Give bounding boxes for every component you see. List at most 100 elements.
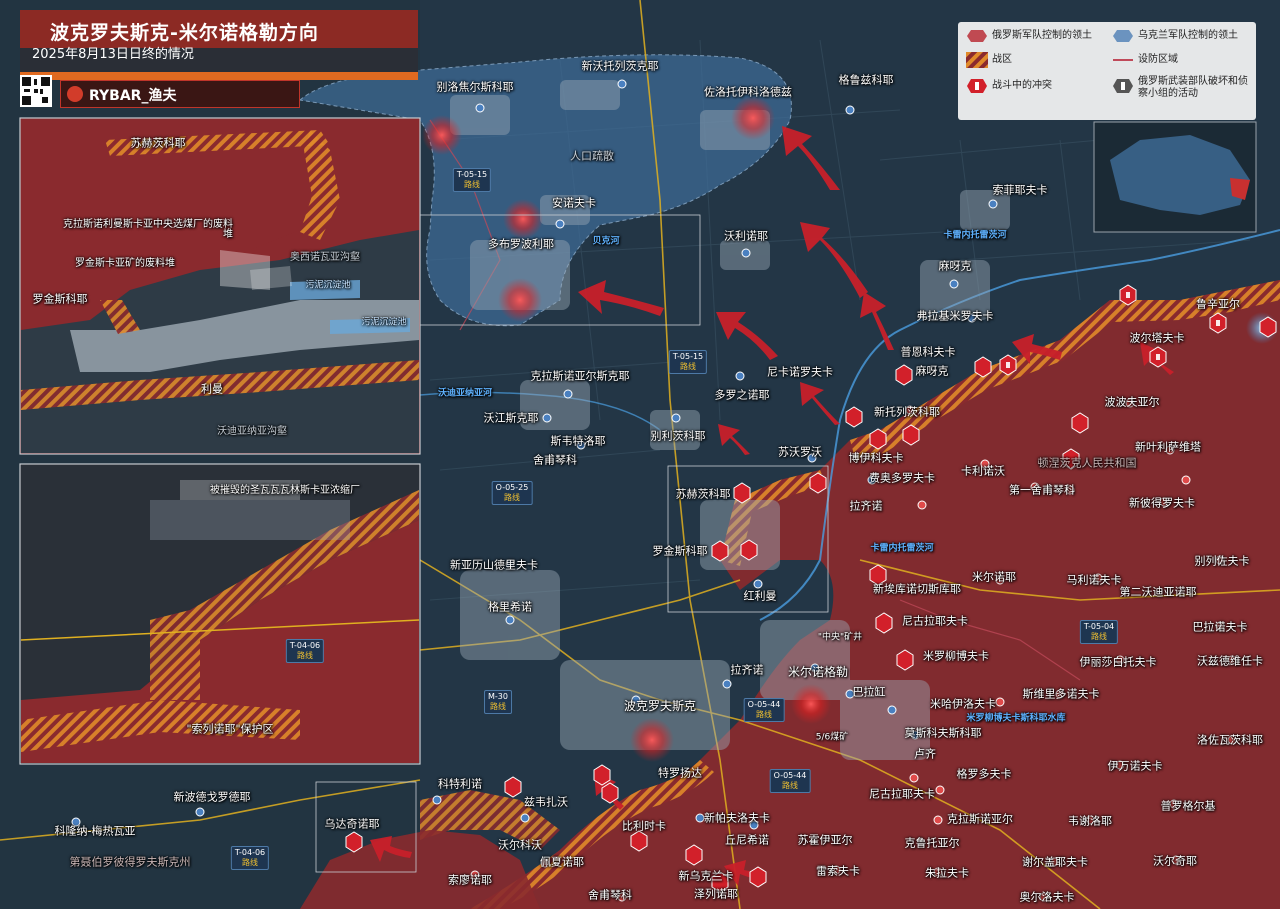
town-label: 伊丽莎白托夫卡 <box>1079 655 1157 669</box>
town-label: 别利茨科耶 <box>650 429 706 443</box>
town-label: 新沃托列茨克耶 <box>581 59 659 73</box>
town-label: 安诺夫卡 <box>552 196 596 210</box>
legend-fighting-label: 战斗中的冲突 <box>992 80 1052 91</box>
region-label: 顿涅茨克人民共和国 <box>1037 456 1137 470</box>
town-label: 米尔诺耶 <box>972 570 1016 584</box>
town-label: 鲁辛亚尔 <box>1196 297 1240 311</box>
town-label: 雷索夫卡 <box>816 864 860 878</box>
town-label: 格里希诺 <box>488 600 532 614</box>
town-label: 索廖诺耶 <box>448 873 492 887</box>
town-label: 多罗之诺耶 <box>714 388 770 402</box>
town-label: 克鲁托亚尔 <box>904 836 960 850</box>
town-label: 新波德戈罗德耶 <box>173 790 251 804</box>
town-label: 索菲耶夫卡 <box>992 183 1048 197</box>
town-label: 朱拉夫卡 <box>925 866 969 880</box>
town-label: 新乌克兰卡 <box>678 869 734 883</box>
town-label: 弗拉基米罗夫卡 <box>916 309 994 323</box>
river-label: 沃迪亚纳亚河 <box>437 388 493 399</box>
inset2-map <box>20 465 420 763</box>
town-label: 波尔塔夫卡 <box>1129 331 1185 345</box>
road-marker: M-30 路线 <box>484 690 512 714</box>
road-marker: O-05-44 路线 <box>769 769 811 793</box>
inset1-annotation: 污泥沉淀池 <box>305 280 351 291</box>
town-label: 新帕夫洛夫卡 <box>704 811 770 825</box>
town-label: 新埃库诺切斯库耶 <box>873 582 961 596</box>
town-label: 别洛焦尔斯科耶 <box>436 80 514 94</box>
road-marker: O-05-44 路线 <box>743 698 785 722</box>
legend-combat-label: 战区 <box>992 54 1012 65</box>
place-label: "中央"矿井 <box>817 632 863 643</box>
town-label: 格鲁兹科耶 <box>838 73 894 87</box>
town-label: 科隆纳-梅热瓦亚 <box>54 824 136 838</box>
legend: 俄罗斯军队控制的领土 乌克兰军队控制的领土 战区 设防区域 战斗中的冲突 俄罗斯… <box>958 22 1256 120</box>
legend-combat-swatch-icon <box>966 52 988 68</box>
town-label: 拉齐诺 <box>849 499 883 513</box>
inset1-annotation: 奥西诺瓦亚沟壑 <box>290 252 360 263</box>
town-label: 奥尔洛夫卡 <box>1019 890 1075 904</box>
legend-russian-label: 俄罗斯军队控制的领土 <box>992 30 1092 41</box>
town-label: 苏霍伊亚尔 <box>797 833 853 847</box>
town-label: 格罗多夫卡 <box>956 767 1012 781</box>
page-subtitle: 2025年8月13日日终的情况 <box>32 47 194 62</box>
town-label: 沃尔科沃 <box>498 838 542 852</box>
town-label: 苏赫茨科耶 <box>675 487 731 501</box>
place-label: 5/6煤矿 <box>815 732 849 743</box>
brand-label: RYBAR_渔夫 <box>89 88 177 104</box>
inset2-annotation: "索列诺耶"保护区 <box>186 722 274 736</box>
river-label: 卡雷内托雷茨河 <box>870 543 934 554</box>
town-label: 舍甫琴科 <box>588 888 632 902</box>
evacuation-label: 人口疏散 <box>570 149 614 163</box>
town-label: 沃江斯克耶 <box>483 411 539 425</box>
road-marker: T-05-04 路线 <box>1079 620 1119 644</box>
inset1-place-label: 苏赫茨科耶 <box>130 136 186 150</box>
town-label: 比利时卡 <box>622 819 666 833</box>
inset1-annotation: 罗金斯卡亚矿的废料堆 <box>75 258 175 269</box>
legend-ukrainian-label: 乌克兰军队控制的领土 <box>1138 30 1238 41</box>
town-label: 麻呀克 <box>938 259 972 273</box>
road-marker: O-05-25 路线 <box>491 481 533 505</box>
town-label: 尼卡诺罗夫卡 <box>767 365 833 379</box>
town-label: 特罗扬达 <box>658 766 702 780</box>
town-label: 新叶利萨维塔 <box>1135 440 1201 454</box>
town-label: 普恩科夫卡 <box>900 345 956 359</box>
town-label: 第一舍甫琴科 <box>1009 483 1075 497</box>
river-label: 卡雷内托雷茨河 <box>943 230 1007 241</box>
town-label: 泽列诺耶 <box>694 887 738 901</box>
road-marker: T-04-06 路线 <box>230 846 270 870</box>
town-label: 科特利诺 <box>438 777 482 791</box>
page-title: 波克罗夫斯克-米尔诺格勒方向 <box>50 22 319 44</box>
town-label: 费奥多罗夫卡 <box>869 471 935 485</box>
town-label: 米罗柳博夫卡 <box>923 649 989 663</box>
inset1-place-label: 利曼 <box>201 382 223 396</box>
town-label: 斯韦特洛耶 <box>550 434 606 448</box>
river-label: 贝克河 <box>592 236 620 247</box>
town-label: 波波夫亚尔 <box>1104 395 1160 409</box>
legend-dro-icon <box>1112 78 1134 94</box>
legend-defense-label: 设防区域 <box>1138 54 1178 65</box>
town-label: 波克罗夫斯克 <box>623 699 697 713</box>
town-label: 佩夏诺耶 <box>540 855 584 869</box>
town-label: 沃尔奇耶 <box>1153 854 1197 868</box>
inset1-annotation: 污泥沉淀池 <box>361 317 407 328</box>
town-label: 卢齐 <box>914 747 936 761</box>
town-label: 伊万诺夫卡 <box>1107 759 1163 773</box>
town-label: 佐洛托伊科洛德兹 <box>704 85 792 99</box>
legend-defense-line-icon <box>1112 52 1134 68</box>
qr-code-icon <box>20 75 52 107</box>
legend-dro-label: 俄罗斯武装部队破坏和侦察小组的活动 <box>1138 76 1248 99</box>
town-label: 洛佐瓦茨科耶 <box>1197 733 1263 747</box>
road-marker: T-05-15 路线 <box>668 350 708 374</box>
locator-map <box>1093 121 1257 233</box>
town-label: 尼古拉耶夫卡 <box>869 787 935 801</box>
town-label: 韦谢洛耶 <box>1068 814 1112 828</box>
town-label: 红利曼 <box>743 589 777 603</box>
town-label: 巴拉诺夫卡 <box>1192 620 1248 634</box>
town-label: 博伊科夫卡 <box>848 451 904 465</box>
town-label: 普罗格尔基 <box>1160 799 1216 813</box>
reservoir-label: 米罗柳博夫卡斯科耶水库 <box>966 713 1066 724</box>
town-label: 兹韦扎沃 <box>524 795 568 809</box>
town-label: 尼古拉耶夫卡 <box>902 614 968 628</box>
town-label: 罗金斯科耶 <box>652 544 708 558</box>
town-label: 谢尔盖耶夫卡 <box>1022 855 1088 869</box>
town-label: 新托列茨科耶 <box>874 405 940 419</box>
